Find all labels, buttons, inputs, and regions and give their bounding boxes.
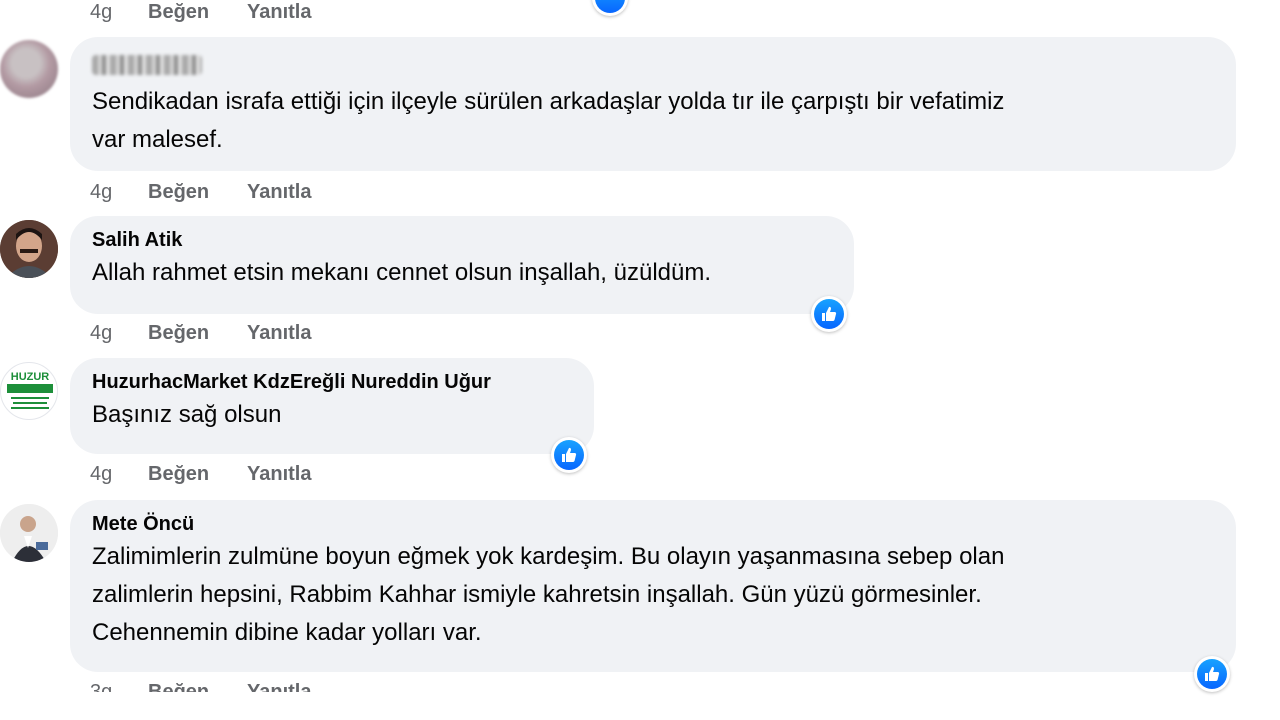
like-button[interactable]: Beğen: [148, 181, 247, 204]
comment-time: 4g: [90, 462, 113, 485]
comment-author[interactable]: Mete Öncü: [92, 512, 1216, 536]
like-button[interactable]: Beğen: [148, 1, 247, 24]
comment-time: 4g: [90, 321, 113, 344]
comment-text: Allah rahmet etsin mekanı cennet olsun i…: [92, 259, 712, 286]
comment-author[interactable]: HuzurhacMarket KdzEreğli Nureddin Uğur: [92, 370, 574, 394]
comment-bubble: HuzurhacMarket KdzEreğli Nureddin Uğur B…: [70, 358, 594, 454]
like-button[interactable]: Beğen: [148, 463, 247, 486]
like-reaction-icon[interactable]: [1194, 656, 1230, 692]
reply-button[interactable]: Yanıtla: [247, 681, 311, 693]
comment-text: Zalimimlerin zulmüne boyun eğmek yok kar…: [92, 543, 1005, 646]
huzur-logo-text: HUZUR: [11, 371, 50, 383]
like-reaction-icon[interactable]: [551, 437, 587, 473]
like-reaction-icon: [592, 0, 628, 16]
reply-button[interactable]: Yanıtla: [247, 1, 311, 24]
like-button[interactable]: Beğen: [148, 681, 247, 693]
comment-actions: 3g Beğen Yanıtla: [90, 680, 311, 693]
like-reaction-icon[interactable]: [811, 296, 847, 332]
comment-actions: 4g Beğen Yanıtla: [90, 321, 311, 345]
comment-actions-top: 4g Beğen Yanıtla: [90, 0, 311, 24]
comment-actions: 4g Beğen Yanıtla: [90, 180, 311, 204]
comment-text: Başınız sağ olsun: [92, 401, 282, 428]
like-button[interactable]: Beğen: [148, 322, 247, 345]
reply-button[interactable]: Yanıtla: [247, 322, 311, 345]
comment-bubble: Sendikadan israfa ettiği için ilçeyle sü…: [70, 37, 1236, 171]
comment-text: Sendikadan israfa ettiği için ilçeyle sü…: [92, 88, 1005, 153]
comment-author[interactable]: [92, 49, 1216, 81]
reply-button[interactable]: Yanıtla: [247, 181, 311, 204]
blurred-avatar-icon[interactable]: [0, 40, 58, 98]
blurred-author-name: [92, 55, 202, 75]
comment-time: 4g: [90, 0, 113, 23]
comment-author[interactable]: Salih Atik: [92, 228, 834, 252]
man-photo-avatar-icon[interactable]: [0, 220, 58, 278]
reply-button[interactable]: Yanıtla: [247, 463, 311, 486]
comment-bubble: Salih Atik Allah rahmet etsin mekanı cen…: [70, 216, 854, 314]
comment-time: 3g: [90, 680, 113, 693]
man-suit-avatar-icon[interactable]: [0, 504, 58, 562]
comment-time: 4g: [90, 180, 113, 203]
cutoff-actions-clip: 3g Beğen Yanıtla: [90, 680, 490, 693]
comment-bubble: Mete Öncü Zalimimlerin zulmüne boyun eğm…: [70, 500, 1236, 672]
huzur-logo-avatar-icon[interactable]: HUZUR: [0, 362, 58, 420]
comment-actions: 4g Beğen Yanıtla: [90, 462, 311, 486]
